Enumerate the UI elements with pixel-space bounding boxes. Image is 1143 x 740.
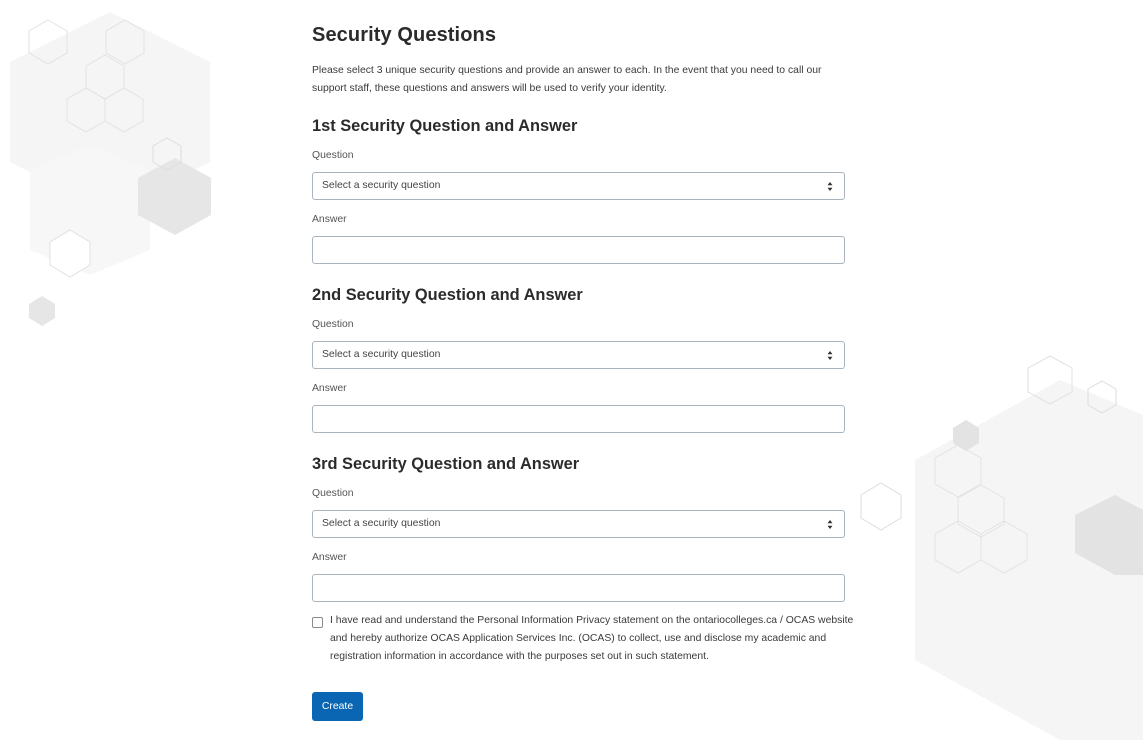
- question-1-select[interactable]: Select a security question: [312, 172, 845, 200]
- question-3-selected-value: Select a security question: [322, 518, 441, 529]
- question-3-select[interactable]: Select a security question: [312, 510, 845, 538]
- answer-3-label: Answer: [312, 552, 347, 563]
- sort-caret-icon: [827, 351, 833, 360]
- answer-2-label: Answer: [312, 383, 347, 394]
- question-3-label: Question: [312, 488, 354, 499]
- answer-1-input[interactable]: [312, 236, 845, 264]
- section-3-heading: 3rd Security Question and Answer: [312, 455, 580, 473]
- create-button[interactable]: Create: [312, 692, 363, 721]
- section-1-heading: 1st Security Question and Answer: [312, 117, 578, 135]
- section-2-heading: 2nd Security Question and Answer: [312, 286, 583, 304]
- answer-1-label: Answer: [312, 214, 347, 225]
- question-2-selected-value: Select a security question: [322, 349, 441, 360]
- page-title: Security Questions: [312, 24, 497, 46]
- intro-text: Please select 3 unique security question…: [312, 65, 822, 94]
- sort-caret-icon: [827, 182, 833, 191]
- answer-3-input[interactable]: [312, 574, 845, 602]
- answer-2-input[interactable]: [312, 405, 845, 433]
- question-2-select[interactable]: Select a security question: [312, 341, 845, 369]
- question-1-selected-value: Select a security question: [322, 180, 441, 191]
- question-1-label: Question: [312, 150, 354, 161]
- privacy-consent-checkbox[interactable]: [312, 617, 323, 628]
- privacy-consent-text: I have read and understand the Personal …: [330, 615, 854, 662]
- sort-caret-icon: [827, 520, 833, 529]
- question-2-label: Question: [312, 319, 354, 330]
